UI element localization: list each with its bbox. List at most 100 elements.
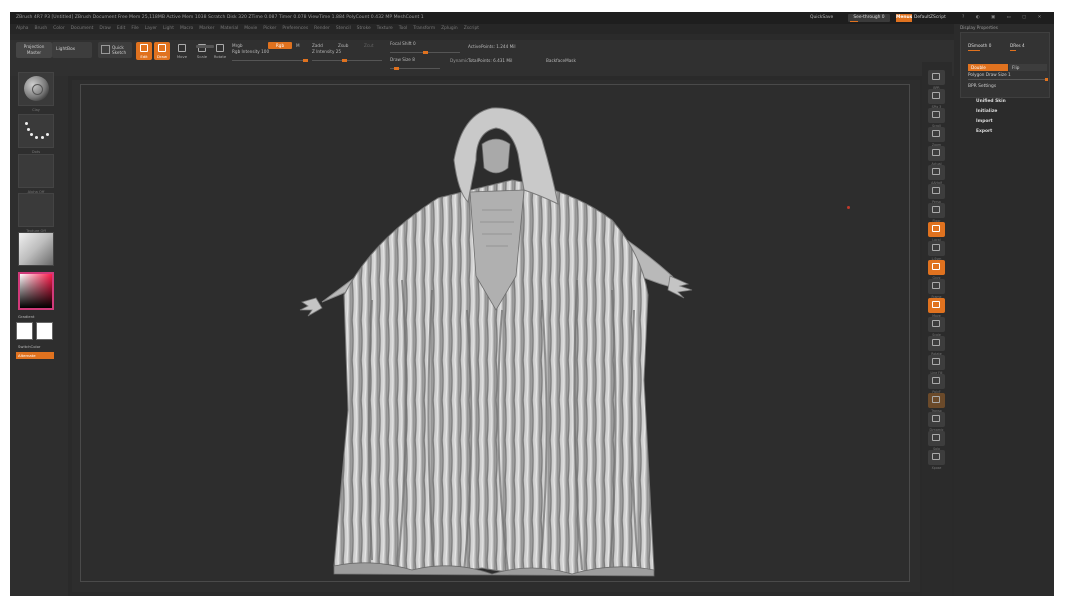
shelf-button-move[interactable]: Move xyxy=(928,298,945,318)
menu-picker[interactable]: Picker xyxy=(263,24,276,34)
gradient-label[interactable]: Gradient xyxy=(18,314,35,319)
menu-brush[interactable]: Brush xyxy=(34,24,47,34)
texture-selector[interactable]: Texture Off xyxy=(18,193,54,233)
backface-mask-button[interactable]: BackfaceMask xyxy=(546,58,576,63)
alpha-selector[interactable]: Alpha Off xyxy=(18,154,54,194)
shelf-button-actual[interactable]: Actual xyxy=(928,146,945,166)
menu-movie[interactable]: Movie xyxy=(244,24,257,34)
document-canvas[interactable] xyxy=(72,80,920,592)
menu-layer[interactable]: Layer xyxy=(145,24,157,34)
dynamic-button[interactable]: Dynamic xyxy=(450,58,468,63)
alternate-button[interactable]: Alternate xyxy=(16,352,54,359)
menu-preferences[interactable]: Preferences xyxy=(282,24,308,34)
rgb-intensity-slider[interactable]: Rgb Intensity 100 xyxy=(232,49,308,63)
menu-light[interactable]: Light xyxy=(163,24,174,34)
shelf-button-persp[interactable]: Persp xyxy=(928,184,945,204)
default-zscript-button[interactable]: DefaultZScript xyxy=(914,14,954,22)
stroke-selector[interactable]: Dots xyxy=(18,114,54,154)
display-properties-header[interactable]: Display Properties xyxy=(960,25,998,30)
draw-size-knob[interactable] xyxy=(394,67,399,70)
mrgb-button[interactable]: Mrgb xyxy=(232,42,243,49)
initialize-button[interactable]: Initialize xyxy=(976,109,997,114)
edit-mode-button[interactable]: Edit xyxy=(136,42,152,60)
shelf-button-zoom[interactable]: Zoom xyxy=(928,127,945,147)
menu-edit[interactable]: Edit xyxy=(117,24,126,34)
secondary-color-swatch[interactable] xyxy=(36,322,53,340)
shelf-button-frame[interactable]: Frame xyxy=(928,279,945,299)
switch-color-button[interactable]: SwitchColor xyxy=(18,344,40,349)
shelf-button-rotate[interactable]: Rotate xyxy=(928,336,945,356)
shelf-button-floor[interactable]: Floor xyxy=(928,203,945,223)
shelf-button-l-sym[interactable]: L.Sym xyxy=(928,241,945,261)
menu-zscript[interactable]: Zscript xyxy=(464,24,479,34)
shelf-button-local[interactable]: Local xyxy=(928,222,945,242)
see-through-slider[interactable]: See-through 0 xyxy=(848,14,890,22)
double-button[interactable]: Double xyxy=(968,64,1008,71)
dsmooth-knob[interactable] xyxy=(968,49,980,51)
shelf-button-gxyz[interactable]: Gxyz xyxy=(928,260,945,280)
shelf-button-xpose[interactable]: Xpose xyxy=(928,450,945,470)
focal-shift-knob[interactable] xyxy=(423,51,428,54)
draw-size-slider[interactable]: Draw Size 8 xyxy=(390,57,440,71)
menus-toggle-button[interactable]: Menus xyxy=(896,14,912,22)
shelf-button-aahalf[interactable]: AAHalf xyxy=(928,165,945,185)
m-button[interactable]: M xyxy=(296,42,300,49)
quicksave-button[interactable]: QuickSave xyxy=(810,14,840,22)
z-intensity-slider[interactable]: Z Intensity 25 xyxy=(312,49,382,63)
dsmooth-slider[interactable]: DSmooth 0 xyxy=(968,43,1008,51)
menu-document[interactable]: Document xyxy=(71,24,94,34)
zadd-button[interactable]: Zadd xyxy=(312,42,323,49)
polygon-draw-size-slider[interactable]: Polygon Draw Size 1 xyxy=(968,72,1048,81)
menu-texture[interactable]: Texture xyxy=(377,24,393,34)
saturation-value-square[interactable] xyxy=(18,272,54,310)
flip-button[interactable]: Flip xyxy=(1009,64,1047,71)
lightbox-button[interactable]: LightBox xyxy=(52,42,92,58)
zsub-button[interactable]: Zsub xyxy=(338,42,348,49)
bpr-settings-button[interactable]: BPR Settings xyxy=(968,84,996,89)
shelf-button-scale[interactable]: Scale xyxy=(928,317,945,337)
menu-zplugin[interactable]: Zplugin xyxy=(441,24,458,34)
color-picker[interactable] xyxy=(16,270,56,312)
menu-macro[interactable]: Macro xyxy=(180,24,193,34)
z-intensity-knob[interactable] xyxy=(342,59,347,62)
import-button[interactable]: Import xyxy=(976,119,993,124)
focal-shift-slider[interactable]: Focal Shift 0 xyxy=(390,41,460,55)
see-through-knob[interactable] xyxy=(850,21,858,22)
shelf-button-scroll[interactable]: Scroll xyxy=(928,108,945,128)
menu-transform[interactable]: Transform xyxy=(413,24,435,34)
window-control-icons[interactable]: ? ◐ ▣ ▭ ▢ ✕ xyxy=(962,14,1052,22)
polygon-draw-size-knob[interactable] xyxy=(1045,78,1048,81)
draw-mode-button[interactable]: Draw xyxy=(154,42,170,60)
menu-render[interactable]: Render xyxy=(314,24,330,34)
shelf-button-line-fill[interactable]: Line Fill xyxy=(928,355,945,375)
hooded-robe-sculpt[interactable] xyxy=(72,80,920,592)
menu-material[interactable]: Material xyxy=(220,24,238,34)
dres-knob[interactable] xyxy=(1010,49,1016,51)
move-mode-button[interactable]: Move xyxy=(174,42,190,60)
menu-file[interactable]: File xyxy=(131,24,138,34)
main-color-swatch[interactable] xyxy=(16,322,33,340)
shelf-button-spix-3[interactable]: SPix 3 xyxy=(928,89,945,109)
shelf-button-transp[interactable]: Transp xyxy=(928,393,945,413)
shelf-button-polyf[interactable]: PolyF xyxy=(928,374,945,394)
shelf-button-bpr[interactable]: BPR xyxy=(928,70,945,90)
shelf-scroll-indicator[interactable] xyxy=(196,45,214,48)
projection-master-button[interactable]: Projection Master xyxy=(16,42,52,58)
menu-draw[interactable]: Draw xyxy=(99,24,110,34)
export-button[interactable]: Export xyxy=(976,129,992,134)
menu-stencil[interactable]: Stencil xyxy=(336,24,351,34)
material-selector[interactable] xyxy=(18,232,54,266)
unified-skin-button[interactable]: Unified Skin xyxy=(976,99,1006,104)
shelf-button-solo[interactable]: Solo xyxy=(928,431,945,451)
menu-color[interactable]: Color xyxy=(53,24,64,34)
menu-tool[interactable]: Tool xyxy=(399,24,408,34)
rgb-button[interactable]: Rgb xyxy=(268,42,292,49)
menu-stroke[interactable]: Stroke xyxy=(357,24,371,34)
shelf-button-dynamic[interactable]: Dynamic xyxy=(928,412,945,432)
rotate-mode-button[interactable]: Rotate xyxy=(212,42,228,60)
rgb-intensity-knob[interactable] xyxy=(303,59,308,62)
quick-sketch-button[interactable]: Quick Sketch xyxy=(98,42,132,58)
brush-selector[interactable]: Clay xyxy=(18,72,54,112)
menu-alpha[interactable]: Alpha xyxy=(16,24,28,34)
dres-slider[interactable]: DRes 4 xyxy=(1010,43,1050,51)
